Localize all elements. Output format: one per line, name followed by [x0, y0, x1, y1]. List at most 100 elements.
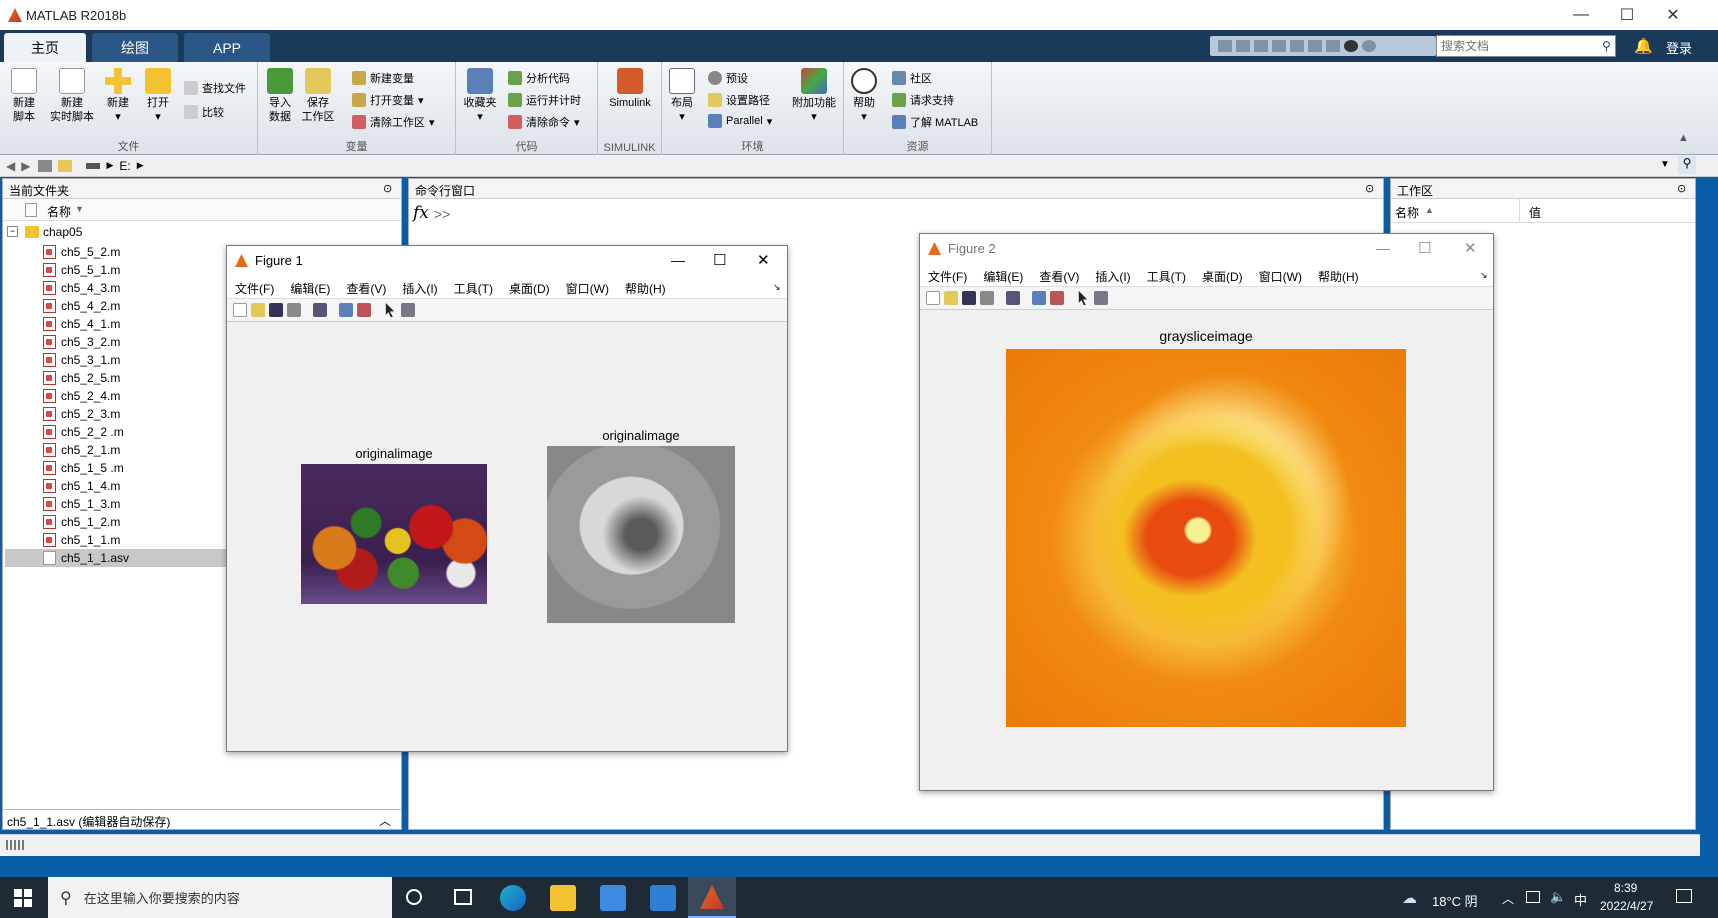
undo-icon[interactable] [1290, 40, 1304, 52]
open-variable-button[interactable]: 打开变量 ▾ [352, 92, 424, 108]
notifications-icon[interactable] [1676, 889, 1692, 903]
link-plot-icon[interactable] [313, 303, 327, 317]
compare-button[interactable]: 比较 [184, 104, 224, 120]
edge-icon[interactable] [500, 885, 526, 911]
open-file-icon[interactable] [251, 303, 265, 317]
property-editor-icon[interactable] [401, 303, 415, 317]
run-and-time-button[interactable]: 运行并计时 [508, 92, 581, 108]
notification-bell-icon[interactable]: 🔔 [1634, 37, 1653, 55]
dock-arrow-icon[interactable]: ↘ [1480, 270, 1488, 281]
property-editor-icon[interactable] [1094, 291, 1108, 305]
copy-icon[interactable] [1254, 40, 1268, 52]
save-figure-icon[interactable] [269, 303, 283, 317]
legend-icon[interactable] [357, 303, 371, 317]
import-data-button[interactable]: 导入 数据 [264, 68, 296, 124]
menu-tools[interactable]: 工具(T) [454, 280, 493, 296]
request-support-button[interactable]: 请求支持 [892, 92, 954, 108]
addons-button[interactable]: 附加功能 ▾ [788, 68, 840, 124]
figure1-axes2-image[interactable] [547, 446, 735, 623]
minimize-button[interactable]: — [1558, 0, 1604, 30]
path-search-icon[interactable]: ⚲ [1678, 156, 1696, 174]
status-bar-grip-icon[interactable] [6, 840, 24, 850]
figure1-window[interactable]: Figure 1 — ☐ ✕ 文件(F) 编辑(E) 查看(V) 插入(I) 工… [226, 245, 788, 752]
figure1-minimize-button[interactable]: — [671, 252, 685, 268]
ime-indicator[interactable]: 中 [1574, 890, 1587, 909]
help-button[interactable]: 帮助 ▾ [848, 68, 880, 124]
menu-help[interactable]: 帮助(H) [625, 280, 666, 296]
menu-insert[interactable]: 插入(I) [1095, 268, 1130, 284]
print-icon[interactable] [287, 303, 301, 317]
figure2-close-button[interactable]: ✕ [1464, 239, 1477, 257]
new-live-script-button[interactable]: 新建 实时脚本 [46, 68, 98, 124]
menu-view[interactable]: 查看(V) [346, 280, 386, 296]
legend-icon[interactable] [1050, 291, 1064, 305]
close-button[interactable]: ✕ [1650, 0, 1696, 30]
figure2-window[interactable]: Figure 2 — ☐ ✕ 文件(F) 编辑(E) 查看(V) 插入(I) 工… [919, 233, 1494, 791]
preferences-button[interactable]: 预设 [708, 70, 748, 86]
pointer-icon[interactable] [385, 303, 395, 317]
taskbar-search-box[interactable]: ⚲ 在这里输入你要搜索的内容 [48, 877, 392, 918]
login-link[interactable]: 登录 [1666, 38, 1692, 57]
menu-view[interactable]: 查看(V) [1039, 268, 1079, 284]
chevron-up-icon[interactable]: ︿ [1502, 890, 1514, 907]
browse-folder-icon[interactable] [58, 159, 73, 172]
paste-icon[interactable] [1272, 40, 1286, 52]
matlab-taskbar-button[interactable] [688, 877, 736, 918]
figure1-close-button[interactable]: ✕ [757, 251, 770, 269]
new-button[interactable]: 新建 ▾ [102, 68, 134, 124]
favorites-button[interactable]: 收藏夹 ▾ [460, 68, 500, 124]
menu-file[interactable]: 文件(F) [235, 280, 274, 296]
layout-button[interactable]: 布局 ▾ [666, 68, 698, 124]
back-icon[interactable]: ◀ [6, 159, 15, 173]
figure2-minimize-button[interactable]: — [1376, 240, 1390, 256]
colorbar-icon[interactable] [339, 303, 353, 317]
help-icon[interactable] [1344, 40, 1358, 52]
community-button[interactable]: 社区 [892, 70, 932, 86]
new-figure-icon[interactable] [233, 303, 247, 317]
search-docs-input[interactable] [1436, 35, 1616, 57]
clear-workspace-button[interactable]: 清除工作区 ▾ [352, 114, 435, 130]
column-header[interactable]: 名称 ▼ [3, 199, 401, 221]
figure2-maximize-button[interactable]: ☐ [1418, 239, 1431, 257]
save-icon[interactable] [1218, 40, 1232, 52]
print-icon[interactable] [980, 291, 994, 305]
weather-icon[interactable]: ☁ [1402, 889, 1417, 907]
open-file-icon[interactable] [944, 291, 958, 305]
workspace-columns[interactable]: 名称 ▲ 值 [1391, 199, 1695, 223]
search-icon[interactable]: ⚲ [1602, 39, 1611, 53]
parallel-button[interactable]: Parallel ▾ [708, 114, 772, 128]
menu-window[interactable]: 窗口(W) [566, 280, 609, 296]
tab-apps[interactable]: APP [184, 33, 270, 62]
simulink-button[interactable]: Simulink [602, 68, 658, 110]
up-folder-icon[interactable] [38, 159, 53, 172]
open-button[interactable]: 打开 ▾ [142, 68, 174, 124]
maximize-button[interactable]: ☐ [1604, 0, 1650, 30]
analyze-code-button[interactable]: 分析代码 [508, 70, 570, 86]
network-icon[interactable] [1526, 891, 1540, 903]
fx-icon[interactable]: fx [413, 203, 429, 223]
menu-help[interactable]: 帮助(H) [1318, 268, 1359, 284]
chevron-down-icon[interactable] [1362, 40, 1376, 52]
menu-window[interactable]: 窗口(W) [1259, 268, 1302, 284]
task-view-icon[interactable] [454, 889, 472, 905]
windows-start-icon[interactable] [14, 889, 32, 907]
figure2-axes-image[interactable] [1006, 349, 1406, 727]
store-icon[interactable] [600, 885, 626, 911]
volume-icon[interactable]: 🔈 [1550, 889, 1566, 905]
panel-menu-icon[interactable]: ⊙ [1365, 182, 1374, 195]
figure1-maximize-button[interactable]: ☐ [713, 251, 726, 269]
save-workspace-button[interactable]: 保存 工作区 [300, 68, 336, 124]
menu-desktop[interactable]: 桌面(D) [1202, 268, 1243, 284]
new-variable-button[interactable]: 新建变量 [352, 70, 414, 86]
switch-window-icon[interactable] [1326, 40, 1340, 52]
menu-edit[interactable]: 编辑(E) [983, 268, 1023, 284]
tab-plots[interactable]: 绘图 [92, 33, 178, 62]
weather-text[interactable]: 18°C 阴 [1432, 891, 1478, 910]
current-path[interactable]: E: [119, 159, 130, 173]
folder-row[interactable]: − chap05 [3, 225, 401, 241]
command-prompt[interactable]: >> [434, 206, 450, 222]
panel-menu-icon[interactable]: ⊙ [1677, 182, 1686, 195]
dock-arrow-icon[interactable]: ↘ [773, 282, 781, 293]
tree-collapse-icon[interactable]: − [7, 226, 18, 237]
redo-icon[interactable] [1308, 40, 1322, 52]
